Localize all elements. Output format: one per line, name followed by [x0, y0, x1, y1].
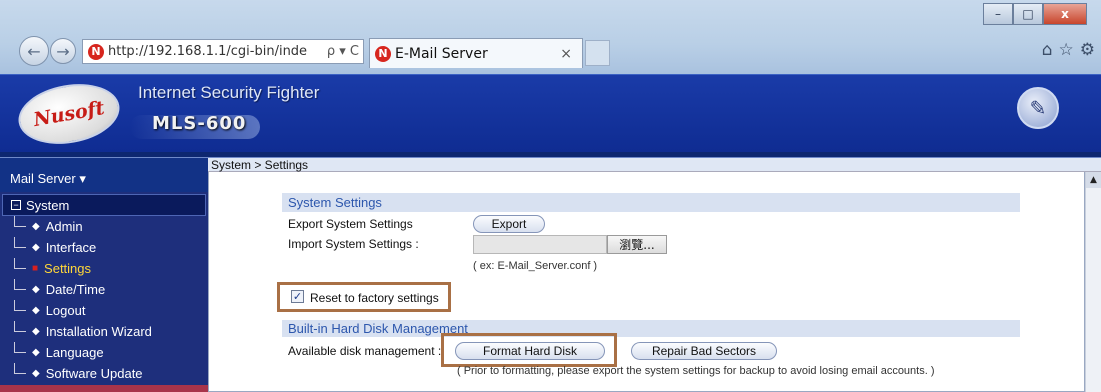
- home-icon[interactable]: ⌂: [1042, 40, 1053, 60]
- breadcrumb: System > Settings: [208, 158, 1101, 172]
- browser-chrome: – □ x ← → N http://192.168.1.1/cgi-bin/i…: [0, 0, 1101, 74]
- browse-button[interactable]: 瀏覽...: [607, 235, 667, 254]
- back-button[interactable]: ←: [19, 36, 49, 66]
- mail-server-menu[interactable]: Mail Server ▾: [0, 158, 208, 192]
- available-disk-label: Available disk management :: [288, 344, 442, 358]
- vertical-scrollbar[interactable]: ▲: [1085, 172, 1101, 392]
- sidebar-next-group[interactable]: [0, 385, 208, 392]
- header-action-button[interactable]: ✎: [1017, 87, 1059, 129]
- sidebar-item-label: Software Update: [45, 366, 143, 381]
- logo-text: Nusoft: [31, 96, 107, 132]
- sidebar-item-datetime[interactable]: ◆ Date/Time: [0, 279, 208, 300]
- tree-connector: [14, 321, 26, 332]
- favorites-star-icon[interactable]: ☆: [1059, 40, 1074, 60]
- sidebar-item-label: Admin: [45, 219, 83, 234]
- export-label: Export System Settings: [288, 217, 413, 231]
- section-title-system-settings: System Settings: [282, 193, 1020, 212]
- format-note: ( Prior to formatting, please export the…: [457, 365, 935, 377]
- close-window-button[interactable]: x: [1043, 3, 1087, 25]
- scroll-up-icon[interactable]: ▲: [1086, 172, 1101, 188]
- tree-connector: [14, 279, 26, 290]
- tab-favicon-icon: N: [375, 45, 391, 62]
- sidebar-item-label: Logout: [45, 303, 86, 318]
- tab-close-icon[interactable]: ×: [560, 46, 572, 62]
- arrow-icon: ◆: [32, 284, 40, 295]
- tree-connector: [14, 237, 26, 248]
- collapse-icon: −: [11, 200, 21, 210]
- back-arrow-icon: ←: [27, 41, 41, 61]
- address-bar[interactable]: N http://192.168.1.1/cgi-bin/inde ρ ▾ C: [82, 39, 364, 64]
- nusoft-logo: Nusoft: [13, 76, 125, 152]
- sidebar-item-label: Settings: [44, 261, 92, 276]
- tree-connector: [14, 216, 26, 227]
- product-line-title: Internet Security Fighter: [138, 83, 320, 102]
- browser-toolbar-icons: ⌂ ☆ ⚙: [1042, 40, 1095, 60]
- bullet-icon: ■: [32, 263, 39, 274]
- pencil-icon: ✎: [1029, 96, 1047, 120]
- maximize-button[interactable]: □: [1013, 3, 1043, 25]
- tree-connector: [14, 300, 26, 311]
- sidebar-item-label: Interface: [45, 240, 97, 255]
- arrow-icon: ◆: [32, 347, 40, 358]
- tab-title: E-Mail Server: [395, 45, 488, 62]
- reset-factory-checkbox[interactable]: ✓: [291, 290, 304, 303]
- address-tools[interactable]: ρ ▾ C: [323, 44, 363, 59]
- sidebar-item-language[interactable]: ◆ Language: [0, 342, 208, 363]
- settings-panel: System Settings Export System Settings E…: [208, 172, 1085, 392]
- sidebar-item-label: Installation Wizard: [45, 324, 152, 339]
- sidebar-item-admin[interactable]: ◆ Admin: [0, 216, 208, 237]
- section-title-disk-management: Built-in Hard Disk Management: [282, 320, 1020, 337]
- sidebar: Mail Server ▾ − System ◆ Admin ◆ Interface…: [0, 158, 208, 392]
- sidebar-item-interface[interactable]: ◆ Interface: [0, 237, 208, 258]
- main-content: System > Settings System Settings Export…: [208, 158, 1101, 392]
- browser-window: – □ x ← → N http://192.168.1.1/cgi-bin/i…: [0, 0, 1101, 392]
- export-button[interactable]: Export: [473, 215, 545, 233]
- sidebar-group-label: System: [26, 197, 70, 213]
- arrow-icon: ◆: [32, 242, 40, 253]
- new-tab-button[interactable]: [585, 40, 610, 66]
- sidebar-group-system[interactable]: − System: [2, 194, 206, 216]
- tree-connector: [14, 363, 26, 374]
- import-hint: ( ex: E-Mail_Server.conf ): [473, 260, 598, 272]
- model-title: MLS-600: [152, 113, 247, 134]
- tree-connector: [14, 258, 26, 269]
- sidebar-item-settings[interactable]: ■ Settings: [0, 258, 208, 279]
- import-label: Import System Settings :: [288, 237, 419, 251]
- sidebar-item-software-update[interactable]: ◆ Software Update: [0, 363, 208, 384]
- arrow-icon: ◆: [32, 305, 40, 316]
- forward-button[interactable]: →: [50, 38, 76, 64]
- arrow-icon: ◆: [32, 326, 40, 337]
- arrow-icon: ◆: [32, 221, 40, 232]
- sidebar-item-label: Language: [45, 345, 104, 360]
- site-favicon-icon: N: [88, 43, 104, 60]
- reset-factory-label: Reset to factory settings: [310, 291, 439, 305]
- browser-tab[interactable]: N E-Mail Server ×: [369, 38, 583, 68]
- forward-arrow-icon: →: [56, 41, 70, 61]
- window-controls: – □ x: [983, 3, 1087, 25]
- sidebar-item-installation-wizard[interactable]: ◆ Installation Wizard: [0, 321, 208, 342]
- tree-connector: [14, 342, 26, 353]
- settings-gear-icon[interactable]: ⚙: [1080, 40, 1095, 60]
- sidebar-item-logout[interactable]: ◆ Logout: [0, 300, 208, 321]
- repair-bad-sectors-button[interactable]: Repair Bad Sectors: [631, 342, 777, 360]
- address-url[interactable]: http://192.168.1.1/cgi-bin/inde: [108, 44, 323, 59]
- arrow-icon: ◆: [32, 368, 40, 379]
- format-hard-disk-button[interactable]: Format Hard Disk: [455, 342, 605, 360]
- minimize-button[interactable]: –: [983, 3, 1013, 25]
- sidebar-item-label: Date/Time: [45, 282, 106, 297]
- import-file-input[interactable]: [473, 235, 607, 254]
- app-header: Nusoft Internet Security Fighter MLS-600…: [0, 74, 1101, 152]
